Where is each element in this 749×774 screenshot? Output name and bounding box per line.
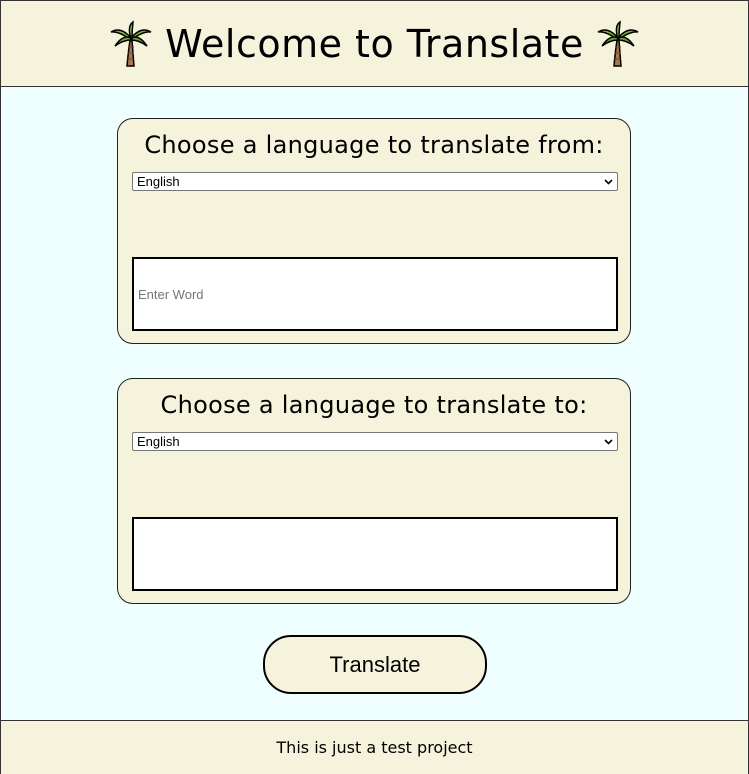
translate-button-label: Translate [329, 651, 421, 677]
app-frame: Welcome to Translate Choose a language t… [0, 0, 749, 774]
chevron-down-icon [604, 179, 613, 185]
translate-to-card: Choose a language to translate to: Engli… [117, 378, 631, 604]
to-language-select[interactable]: English [132, 432, 618, 451]
page-title: Welcome to Translate [165, 21, 584, 66]
palm-tree-icon [596, 19, 640, 68]
from-language-selected: English [137, 174, 180, 189]
from-language-select[interactable]: English [132, 172, 618, 191]
palm-tree-icon [109, 19, 153, 68]
page-footer: This is just a test project [1, 720, 748, 774]
page-header: Welcome to Translate [1, 1, 748, 87]
word-input-placeholder: Enter Word [138, 286, 204, 302]
translation-output[interactable] [132, 517, 618, 591]
chevron-down-icon [604, 439, 613, 445]
to-language-selected: English [137, 434, 180, 449]
from-card-title: Choose a language to translate from: [144, 131, 604, 159]
footer-text: This is just a test project [276, 738, 473, 757]
to-card-title: Choose a language to translate to: [160, 391, 588, 419]
page-title-row: Welcome to Translate [97, 19, 652, 68]
word-input[interactable]: Enter Word [132, 257, 618, 331]
translate-from-card: Choose a language to translate from: Eng… [117, 118, 631, 344]
translate-button[interactable]: Translate [263, 635, 487, 694]
